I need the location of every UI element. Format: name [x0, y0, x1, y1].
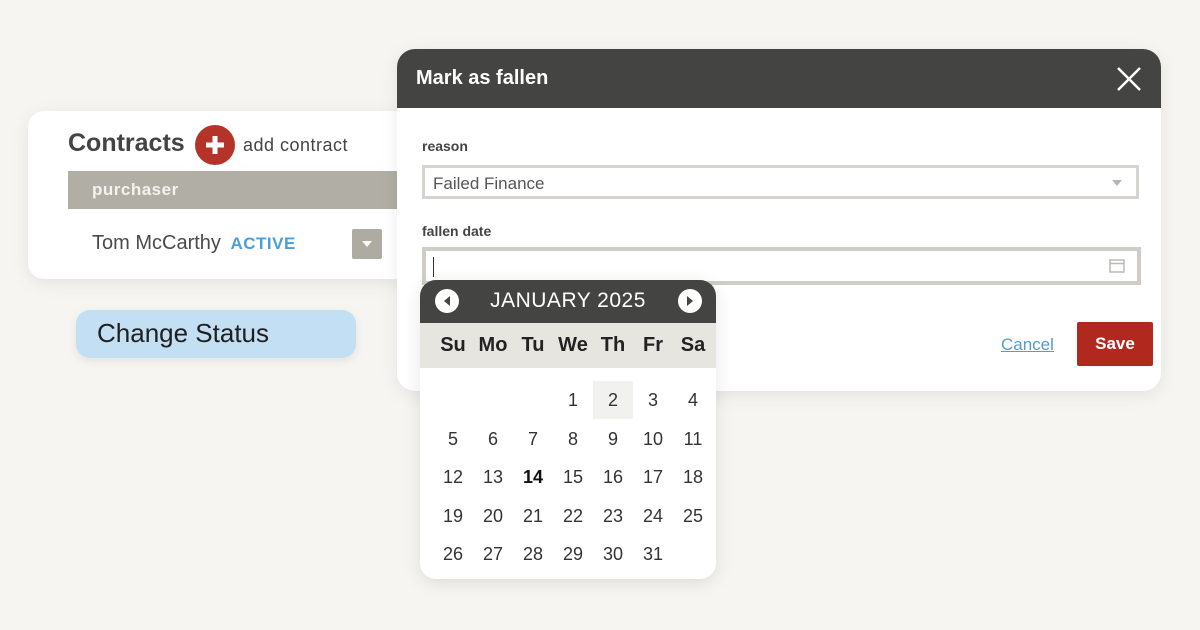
calendar-icon[interactable]	[1109, 259, 1125, 273]
calendar-day[interactable]: 31	[633, 535, 673, 573]
contracts-card: Contracts add contract purchaser Tom McC…	[28, 111, 428, 279]
calendar-day[interactable]: 7	[513, 420, 553, 458]
contracts-title: Contracts	[68, 129, 185, 157]
weekday-header: Su	[440, 334, 466, 356]
calendar-day[interactable]: 13	[473, 458, 513, 496]
calendar-day[interactable]: 17	[633, 458, 673, 496]
calendar-day[interactable]: 4	[673, 381, 713, 419]
calendar-day[interactable]: 10	[633, 420, 673, 458]
weekday-header: Sa	[680, 334, 706, 356]
calendar-day[interactable]: 23	[593, 497, 633, 535]
reason-select-value: Failed Finance	[433, 174, 545, 193]
weekday-header: We	[558, 334, 588, 356]
calendar-day[interactable]: 12	[433, 458, 473, 496]
calendar-day[interactable]: 29	[553, 535, 593, 573]
calendar-day[interactable]: 25	[673, 497, 713, 535]
purchaser-name: Tom McCarthy	[92, 232, 221, 254]
weekday-header: Tu	[521, 334, 545, 356]
chevron-down-icon	[362, 241, 372, 247]
calendar-day[interactable]: 18	[673, 458, 713, 496]
change-status-button[interactable]: Change Status	[76, 310, 356, 358]
close-icon[interactable]	[1115, 65, 1143, 93]
weekday-header: Mo	[478, 334, 508, 356]
calendar-day[interactable]: 11	[673, 420, 713, 458]
calendar-day[interactable]: 3	[633, 381, 673, 419]
calendar-day[interactable]: 15	[553, 458, 593, 496]
calendar-day[interactable]: 21	[513, 497, 553, 535]
reason-label: reason	[422, 138, 468, 154]
plus-icon	[206, 136, 224, 154]
calendar-day[interactable]: 30	[593, 535, 633, 573]
calendar-day[interactable]: 27	[473, 535, 513, 573]
text-caret	[433, 257, 434, 277]
calendar-day[interactable]: 14	[513, 458, 553, 496]
add-contract-link[interactable]: add contract	[243, 135, 348, 156]
fallen-date-label: fallen date	[422, 223, 492, 239]
datepicker-header: JANUARY 2025	[420, 280, 716, 323]
dialog-header: Mark as fallen	[397, 49, 1161, 108]
purchaser-column-header: purchaser	[68, 171, 428, 209]
chevron-down-icon	[1112, 180, 1122, 186]
calendar-day[interactable]: 19	[433, 497, 473, 535]
weekday-header: Fr	[643, 334, 663, 356]
cancel-button[interactable]: Cancel	[1001, 335, 1054, 355]
add-contract-button[interactable]	[195, 125, 235, 165]
calendar-day[interactable]: 1	[553, 381, 593, 419]
calendar-day[interactable]: 24	[633, 497, 673, 535]
datepicker-weekdays: Su Mo Tu We Th Fr Sa	[420, 323, 716, 368]
calendar-day[interactable]: 6	[473, 420, 513, 458]
calendar-day[interactable]: 9	[593, 420, 633, 458]
calendar-day[interactable]: 2	[593, 381, 633, 419]
next-month-button[interactable]	[678, 289, 702, 313]
calendar-day[interactable]: 20	[473, 497, 513, 535]
calendar-day[interactable]: 28	[513, 535, 553, 573]
row-dropdown-button[interactable]	[352, 229, 382, 259]
calendar-day[interactable]: 22	[553, 497, 593, 535]
chevron-right-icon	[687, 296, 693, 306]
calendar-day[interactable]: 16	[593, 458, 633, 496]
save-button[interactable]: Save	[1077, 322, 1153, 366]
calendar-day[interactable]: 8	[553, 420, 593, 458]
weekday-header: Th	[600, 334, 626, 356]
dialog-title: Mark as fallen	[416, 67, 549, 89]
contract-row[interactable]: Tom McCarthy ACTIVE	[92, 232, 296, 255]
calendar-day[interactable]: 5	[433, 420, 473, 458]
status-badge: ACTIVE	[230, 234, 296, 253]
reason-select[interactable]: Failed Finance	[422, 165, 1139, 199]
calendar-day[interactable]: 26	[433, 535, 473, 573]
datepicker-month-label: JANUARY 2025	[490, 289, 646, 312]
datepicker: JANUARY 2025 Su Mo Tu We Th Fr Sa 1 2 3 4 5 6 7 8 9 10 1…	[420, 280, 716, 579]
